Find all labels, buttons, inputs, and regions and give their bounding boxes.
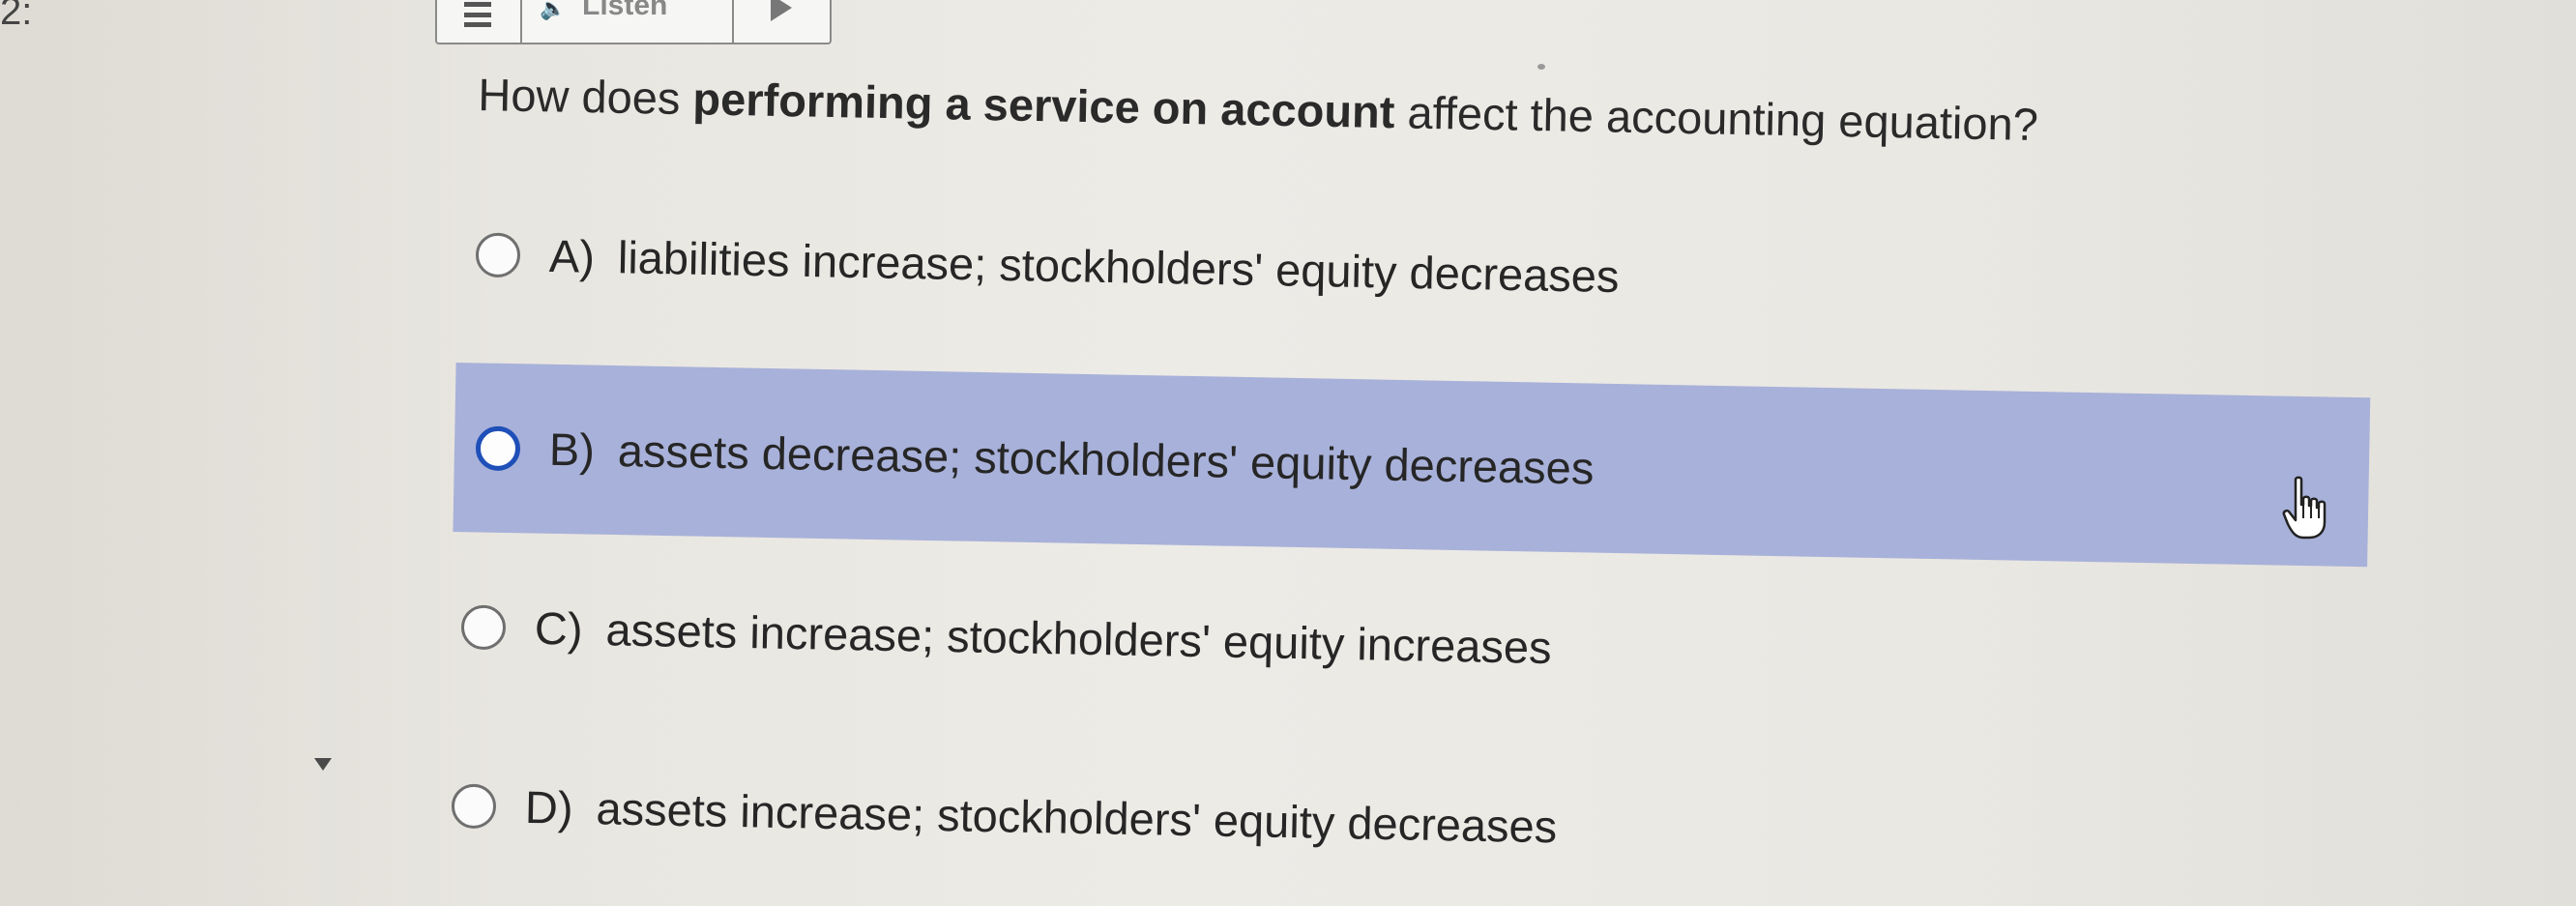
answer-option-d[interactable]: D) assets increase; stockholders' equity… bbox=[428, 720, 1559, 906]
option-letter: A) bbox=[548, 229, 596, 282]
radio-button-d[interactable] bbox=[451, 782, 497, 829]
question-text: How does performing a service on account… bbox=[478, 68, 2038, 151]
question-text-start: How does bbox=[477, 68, 694, 125]
option-text: liabilities increase; stockholders' equi… bbox=[617, 231, 1620, 303]
option-letter: C) bbox=[534, 601, 584, 655]
speaker-icon: 🔈 bbox=[540, 0, 567, 20]
radio-button-a[interactable] bbox=[475, 231, 521, 278]
option-letter: B) bbox=[548, 423, 596, 476]
answer-option-a[interactable]: A) liabilities increase; stockholders' e… bbox=[453, 169, 1621, 361]
question-number: 2: bbox=[0, 0, 33, 33]
listen-button[interactable]: Listen bbox=[582, 0, 667, 22]
option-letter: D) bbox=[524, 780, 574, 833]
radio-button-b[interactable] bbox=[475, 424, 521, 471]
answer-option-c[interactable]: C) assets increase; stockholders' equity… bbox=[438, 541, 1553, 732]
listen-toolbar: 🔈 Listen bbox=[435, 0, 832, 44]
dust-speck bbox=[1537, 64, 1545, 70]
option-text: assets increase; stockholders' equity de… bbox=[596, 782, 1558, 853]
play-icon[interactable] bbox=[771, 0, 792, 21]
radio-button-c[interactable] bbox=[460, 603, 507, 650]
option-text: assets increase; stockholders' equity in… bbox=[605, 603, 1553, 674]
hamburger-icon[interactable] bbox=[454, 2, 512, 27]
toolbar-divider bbox=[732, 0, 734, 43]
question-text-bold: performing a service on account bbox=[691, 73, 1395, 138]
option-text: assets decrease; stockholders' equity de… bbox=[617, 424, 1595, 494]
collapse-arrow-icon[interactable] bbox=[314, 758, 332, 771]
answer-option-b[interactable]: B) assets decrease; stockholders' equity… bbox=[453, 363, 2371, 568]
hand-pointer-icon bbox=[2282, 476, 2327, 540]
toolbar-divider bbox=[520, 0, 522, 43]
question-text-end: affect the accounting equation? bbox=[1393, 86, 2039, 150]
